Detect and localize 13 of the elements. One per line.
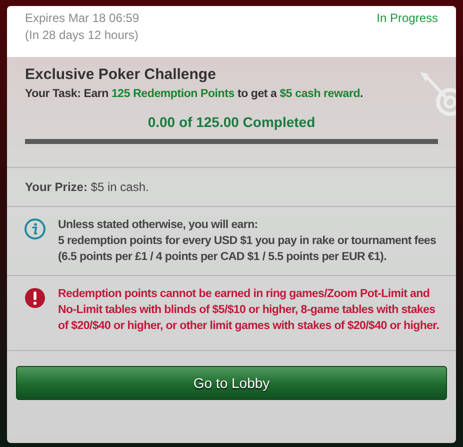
go-to-lobby-button[interactable]: Go to Lobby (16, 366, 447, 400)
expiry-date: Expires Mar 18 06:59 (25, 10, 140, 27)
time-remaining: (In 28 days 12 hours) (25, 27, 140, 44)
notice-text: Redemption points cannot be earned in ring games/Zoom Pot-Limit and No-Limit tables with blinds of $5/$10 or higher, 8-game tables with stakes of $20/$40 or higher, or other limit games with stakes of $20/$40 or higher. (58, 287, 440, 334)
notice-text: 5 redemption points for every USD $1 you pay in rake or tournament fees (6.5 points per £1 / 4 points per CAD $1 / 5.5 points per EUR €1). (58, 234, 438, 265)
notice-text: Unless stated otherwise, you will earn: (58, 218, 259, 233)
info-icon (24, 218, 46, 240)
task-description: Your Task: Earn 125 Redemption Points to get a $5 cash reward. (25, 87, 364, 102)
challenge-title: Exclusive Poker Challenge (25, 65, 217, 85)
status-label: In Progress (376, 10, 438, 27)
progress-text: 0.00 of 125.00 Completed (146, 113, 316, 132)
alert-icon (24, 287, 46, 309)
prize-text: Your Prize: $5 in cash. (25, 180, 149, 194)
